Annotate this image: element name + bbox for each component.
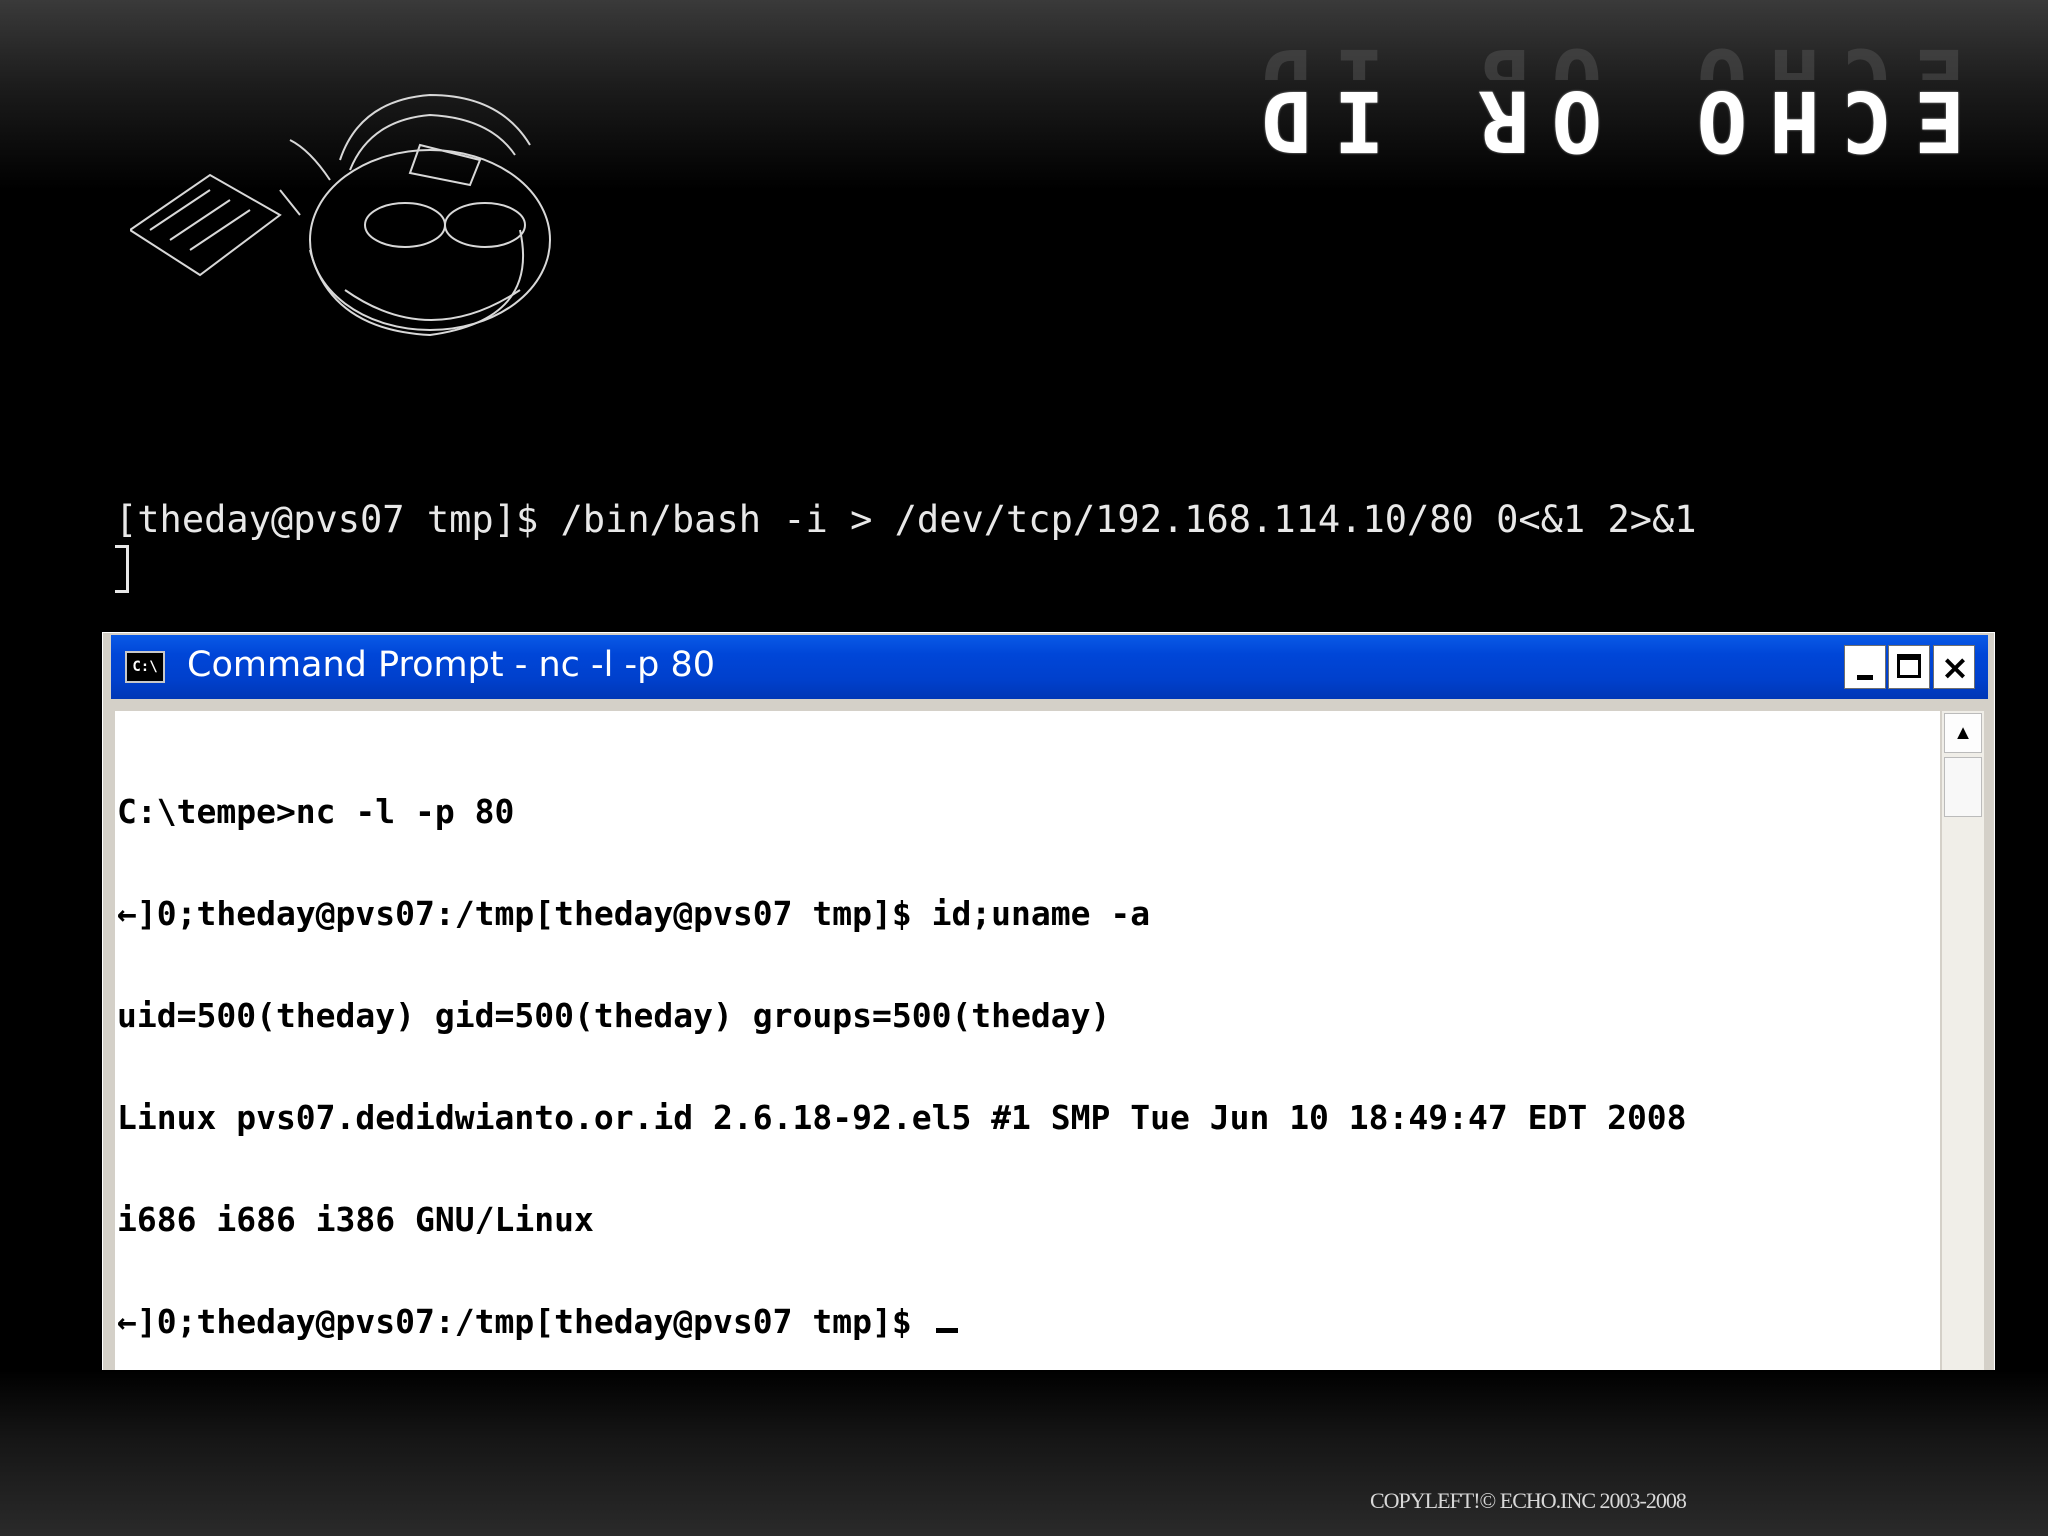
- console-line: i686 i686 i386 GNU/Linux: [117, 1200, 594, 1239]
- console-line: C:\tempe>nc -l -p 80: [117, 792, 515, 831]
- console-lines: C:\tempe>nc -l -p 80 ←]0;theday@pvs07:/t…: [117, 727, 1687, 1407]
- vertical-scrollbar[interactable]: ▲: [1942, 711, 1984, 1441]
- console-line: Linux pvs07.dedidwianto.or.id 2.6.18-92.…: [117, 1098, 1687, 1137]
- minimize-icon: [1857, 675, 1873, 680]
- scroll-up-arrow-icon[interactable]: ▲: [1944, 713, 1982, 753]
- console-line: uid=500(theday) gid=500(theday) groups=5…: [117, 996, 1111, 1035]
- console-cursor: [935, 1328, 958, 1333]
- scroll-thumb[interactable]: [1944, 757, 1982, 817]
- console-prompt-line: ←]0;theday@pvs07:/tmp[theday@pvs07 tmp]$: [117, 1305, 1687, 1339]
- close-icon: ×: [1940, 648, 1970, 688]
- hacker-illustration: [130, 93, 551, 337]
- window-title: Command Prompt - nc -l -p 80: [187, 645, 715, 685]
- maximize-icon: [1897, 654, 1921, 678]
- footer-band: [0, 1370, 2048, 1536]
- bash-command-line: [theday@pvs07 tmp]$ /bin/bash -i > /dev/…: [115, 498, 1697, 541]
- cmd-icon[interactable]: C:\: [125, 651, 165, 683]
- maximize-button[interactable]: [1888, 645, 1930, 689]
- logo-text: ECHO OR ID: [1239, 72, 1965, 170]
- console-line: ←]0;theday@pvs07:/tmp[theday@pvs07 tmp]$…: [117, 894, 1151, 933]
- minimize-button[interactable]: [1844, 645, 1886, 689]
- console-prompt: ←]0;theday@pvs07:/tmp[theday@pvs07 tmp]$: [117, 1302, 932, 1341]
- console-output[interactable]: C:\tempe>nc -l -p 80 ←]0;theday@pvs07:/t…: [115, 711, 1940, 1441]
- title-bar[interactable]: C:\ Command Prompt - nc -l -p 80 ×: [111, 635, 1988, 699]
- command-prompt-window[interactable]: C:\ Command Prompt - nc -l -p 80 × C:\te…: [102, 632, 1995, 1441]
- copyright-text: COPYLEFT!© ECHO.INC 2003-2008: [1370, 1488, 1687, 1513]
- bash-cursor: [115, 545, 129, 593]
- close-button[interactable]: ×: [1933, 645, 1975, 689]
